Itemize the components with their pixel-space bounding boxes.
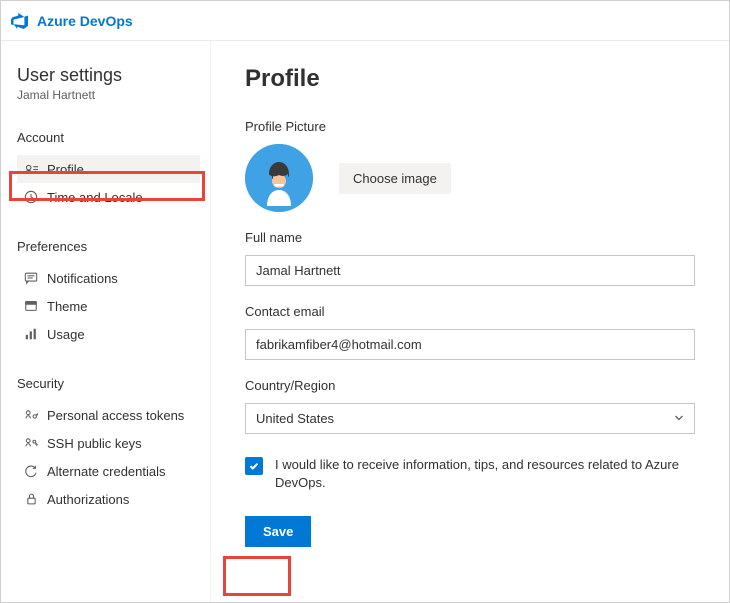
page-title: Profile — [245, 65, 695, 93]
sidebar-item-profile[interactable]: Profile — [17, 155, 200, 183]
sidebar-item-usage[interactable]: Usage — [17, 320, 200, 348]
refresh-icon — [23, 463, 39, 479]
sidebar-title: User settings — [17, 65, 200, 86]
sidebar-item-authorizations[interactable]: Authorizations — [17, 485, 200, 513]
fullname-label: Full name — [245, 230, 695, 245]
country-select[interactable]: United States — [245, 403, 695, 434]
sidebar-item-personal-access-tokens[interactable]: Personal access tokens — [17, 401, 200, 429]
fullname-field[interactable] — [245, 255, 695, 286]
lock-icon — [23, 491, 39, 507]
country-label: Country/Region — [245, 378, 695, 393]
sidebar-subtitle: Jamal Hartnett — [17, 88, 200, 102]
key-person-icon — [23, 407, 39, 423]
chat-icon — [23, 270, 39, 286]
nav-section-security: Security — [17, 376, 200, 391]
main-content: Profile Profile Picture Choose image Ful… — [211, 41, 729, 602]
choose-image-button[interactable]: Choose image — [339, 163, 451, 194]
usage-chart-icon — [23, 326, 39, 342]
checkmark-icon — [248, 460, 260, 472]
sidebar-item-time-locale[interactable]: Time and Locale — [17, 183, 200, 211]
ssh-key-icon — [23, 435, 39, 451]
clock-icon — [23, 189, 39, 205]
save-button[interactable]: Save — [245, 516, 311, 547]
sidebar-item-ssh-keys[interactable]: SSH public keys — [17, 429, 200, 457]
top-bar: Azure DevOps — [1, 1, 729, 41]
email-field[interactable] — [245, 329, 695, 360]
sidebar-item-notifications[interactable]: Notifications — [17, 264, 200, 292]
sidebar-item-label: SSH public keys — [47, 436, 142, 451]
sidebar-item-label: Notifications — [47, 271, 118, 286]
sidebar-item-theme[interactable]: Theme — [17, 292, 200, 320]
brand-name[interactable]: Azure DevOps — [37, 13, 133, 29]
sidebar-item-label: Personal access tokens — [47, 408, 184, 423]
theme-icon — [23, 298, 39, 314]
sidebar-item-label: Time and Locale — [47, 190, 143, 205]
sidebar-item-alternate-credentials[interactable]: Alternate credentials — [17, 457, 200, 485]
sidebar: User settings Jamal Hartnett Account Pro… — [1, 41, 211, 602]
sidebar-item-label: Usage — [47, 327, 85, 342]
optin-checkbox[interactable] — [245, 457, 263, 475]
optin-label: I would like to receive information, tip… — [275, 456, 695, 492]
avatar — [245, 144, 313, 212]
email-label: Contact email — [245, 304, 695, 319]
sidebar-item-label: Alternate credentials — [47, 464, 166, 479]
sidebar-item-label: Authorizations — [47, 492, 129, 507]
sidebar-item-label: Theme — [47, 299, 87, 314]
sidebar-item-label: Profile — [47, 162, 84, 177]
nav-section-preferences: Preferences — [17, 239, 200, 254]
azure-devops-logo-icon — [11, 12, 29, 30]
profile-picture-label: Profile Picture — [245, 119, 695, 134]
nav-section-account: Account — [17, 130, 200, 145]
person-card-icon — [23, 161, 39, 177]
